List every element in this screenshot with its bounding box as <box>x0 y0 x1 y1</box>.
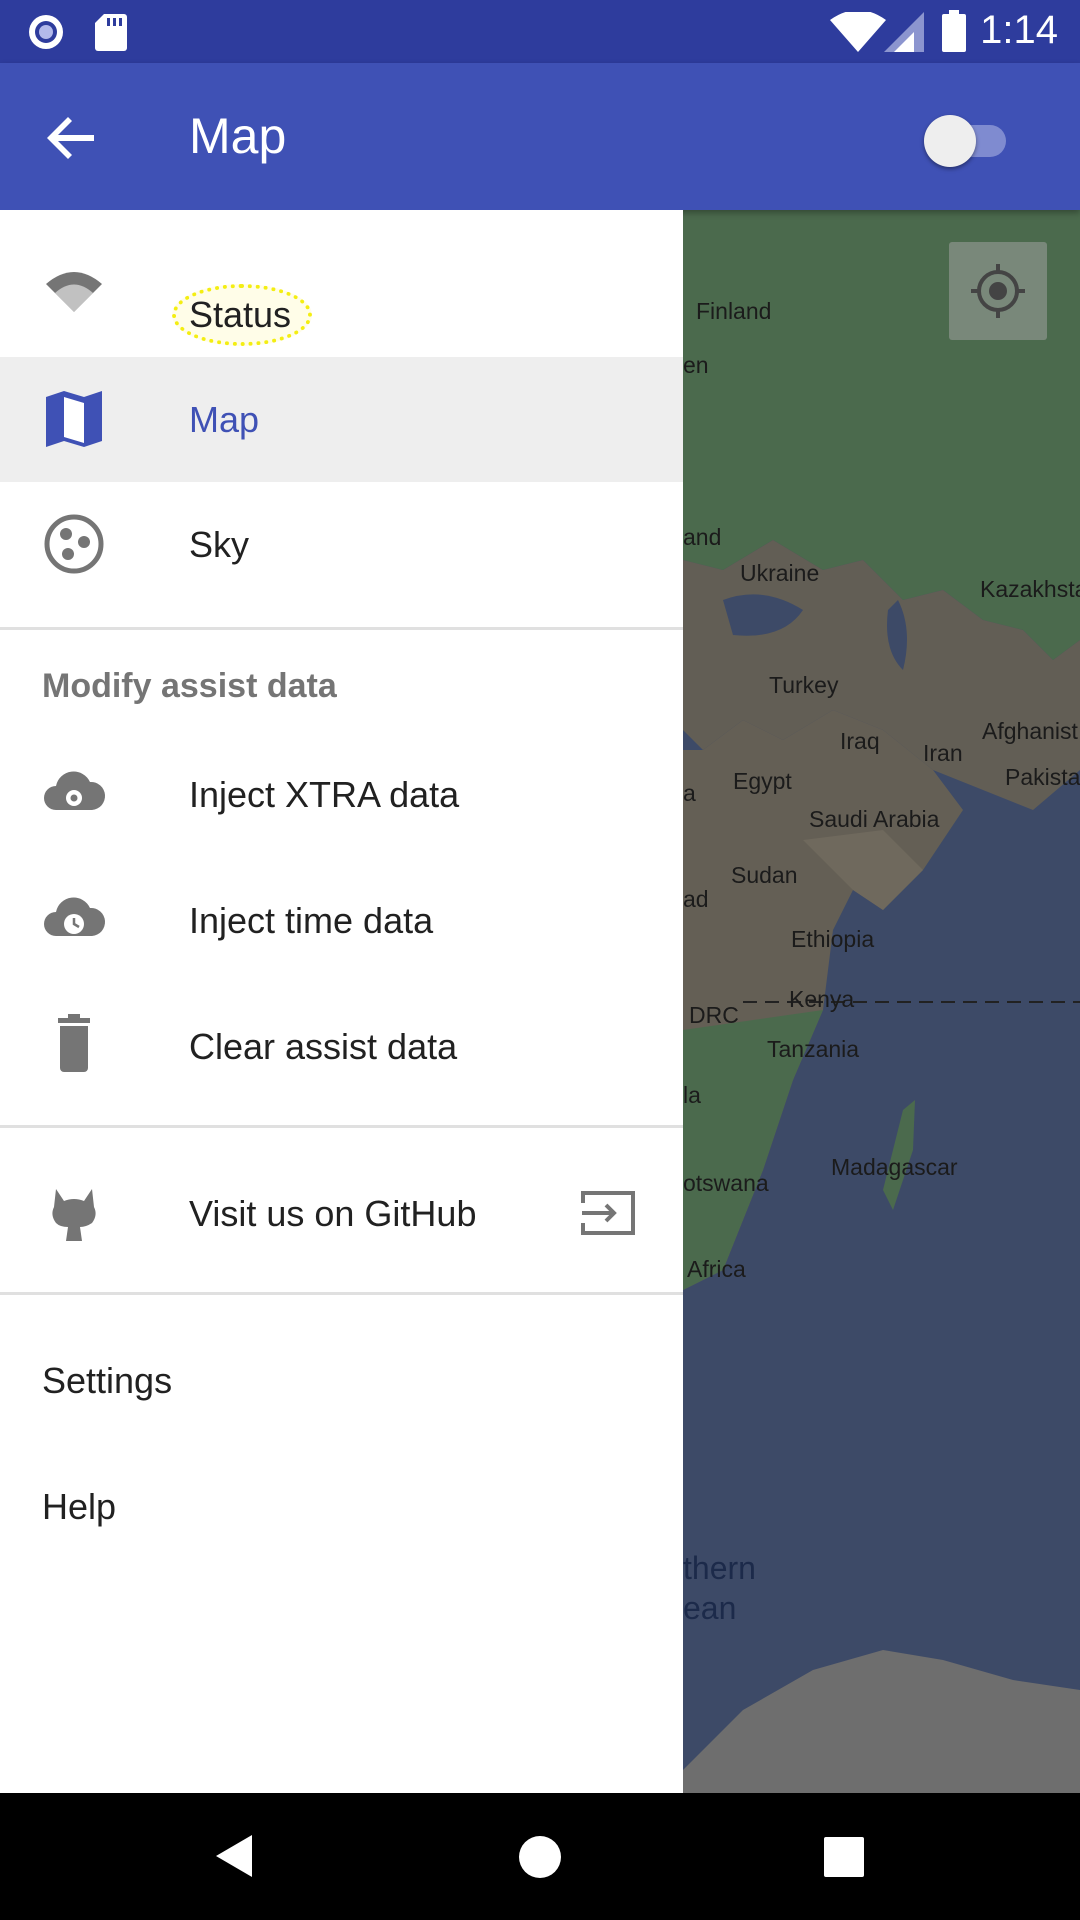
map-label: otswana <box>683 1170 769 1196</box>
system-nav-bar <box>0 1793 1080 1920</box>
map-label: Pakista <box>1005 764 1080 790</box>
map-label: Egypt <box>733 768 792 794</box>
drawer-item-label: Map <box>189 399 260 440</box>
github-icon <box>52 1189 96 1241</box>
cloud-gear-icon <box>44 771 106 810</box>
nav-home-icon[interactable] <box>518 1835 562 1879</box>
map-label: ad <box>683 886 709 912</box>
drawer-item-inject-xtra[interactable]: Inject XTRA data <box>0 732 683 857</box>
divider <box>0 627 683 630</box>
map-label: Ethiopia <box>791 926 875 952</box>
nav-recents-icon[interactable] <box>824 1837 864 1877</box>
divider <box>0 1125 683 1128</box>
drawer-item-label: Status <box>189 294 292 335</box>
toggle-thumb <box>924 115 976 167</box>
map-icon <box>46 391 102 447</box>
trash-icon <box>58 1014 90 1072</box>
page-title: Map <box>189 108 287 164</box>
ocean-label: thern <box>683 1550 756 1586</box>
map-label: Saudi Arabia <box>809 806 940 832</box>
arrow-back-icon <box>47 117 94 159</box>
battery-icon <box>942 10 966 52</box>
help-item[interactable]: Help <box>42 1486 116 1528</box>
my-location-button[interactable] <box>949 242 1047 340</box>
drawer-item-github[interactable]: Visit us on GitHub <box>0 1151 683 1276</box>
map-label: and <box>683 524 722 550</box>
sky-icon <box>44 514 104 574</box>
map-label: Iraq <box>840 728 880 754</box>
ocean-label: ean <box>683 1590 737 1626</box>
drawer-item-inject-time[interactable]: Inject time data <box>0 858 683 983</box>
drawer-item-label: Inject time data <box>189 900 434 941</box>
open-external-icon <box>581 1191 635 1235</box>
drawer-item-sky[interactable]: Sky <box>0 482 683 607</box>
wifi-icon <box>46 272 102 312</box>
drawer-item-label: Clear assist data <box>189 1026 458 1067</box>
status-bar: 1:14 <box>0 0 1080 63</box>
cloud-clock-icon <box>44 897 106 936</box>
notification-icon <box>29 15 63 49</box>
cell-signal-icon <box>884 12 924 52</box>
wifi-signal-icon <box>830 12 886 52</box>
settings-item[interactable]: Settings <box>42 1360 172 1402</box>
drawer-item-status[interactable]: Status <box>0 232 683 357</box>
sd-card-icon <box>95 14 127 51</box>
map-label: Afghanist <box>982 718 1078 744</box>
map-label: en <box>683 352 709 378</box>
crosshair-icon <box>971 264 1025 318</box>
map-label: Madagascar <box>831 1154 958 1180</box>
map-label: Sudan <box>731 862 798 888</box>
map-label: Iran <box>923 740 963 766</box>
drawer-item-map[interactable]: Map <box>0 357 683 482</box>
clock: 1:14 <box>980 8 1058 52</box>
map-label: Finland <box>696 298 772 324</box>
map-label: Kenya <box>789 986 855 1012</box>
map-label: Kazakhsta <box>980 576 1080 602</box>
map-label: a <box>683 780 696 806</box>
map-label: Africa <box>687 1256 746 1282</box>
back-button[interactable] <box>36 103 106 173</box>
map-label: Turkey <box>769 672 839 698</box>
drawer-item-label: Inject XTRA data <box>189 774 460 815</box>
toggle-switch[interactable] <box>922 108 1012 168</box>
map-label: Tanzania <box>767 1036 860 1062</box>
drawer-item-label: Visit us on GitHub <box>189 1193 477 1234</box>
map-view[interactable]: Finland en and Ukraine Kazakhsta Turkey … <box>683 210 1080 1793</box>
navigation-drawer: Status Map Sky Modify assist data Inject… <box>0 210 683 1793</box>
map-label: la <box>683 1082 701 1108</box>
drawer-item-clear-assist[interactable]: Clear assist data <box>0 984 683 1109</box>
nav-back-icon[interactable] <box>212 1833 258 1879</box>
map-label: DRC <box>689 1002 739 1028</box>
divider <box>0 1292 683 1295</box>
app-bar: Map <box>0 63 1080 210</box>
section-header: Modify assist data <box>42 667 337 705</box>
map-label: Ukraine <box>740 560 820 586</box>
drawer-item-label: Sky <box>189 524 250 565</box>
